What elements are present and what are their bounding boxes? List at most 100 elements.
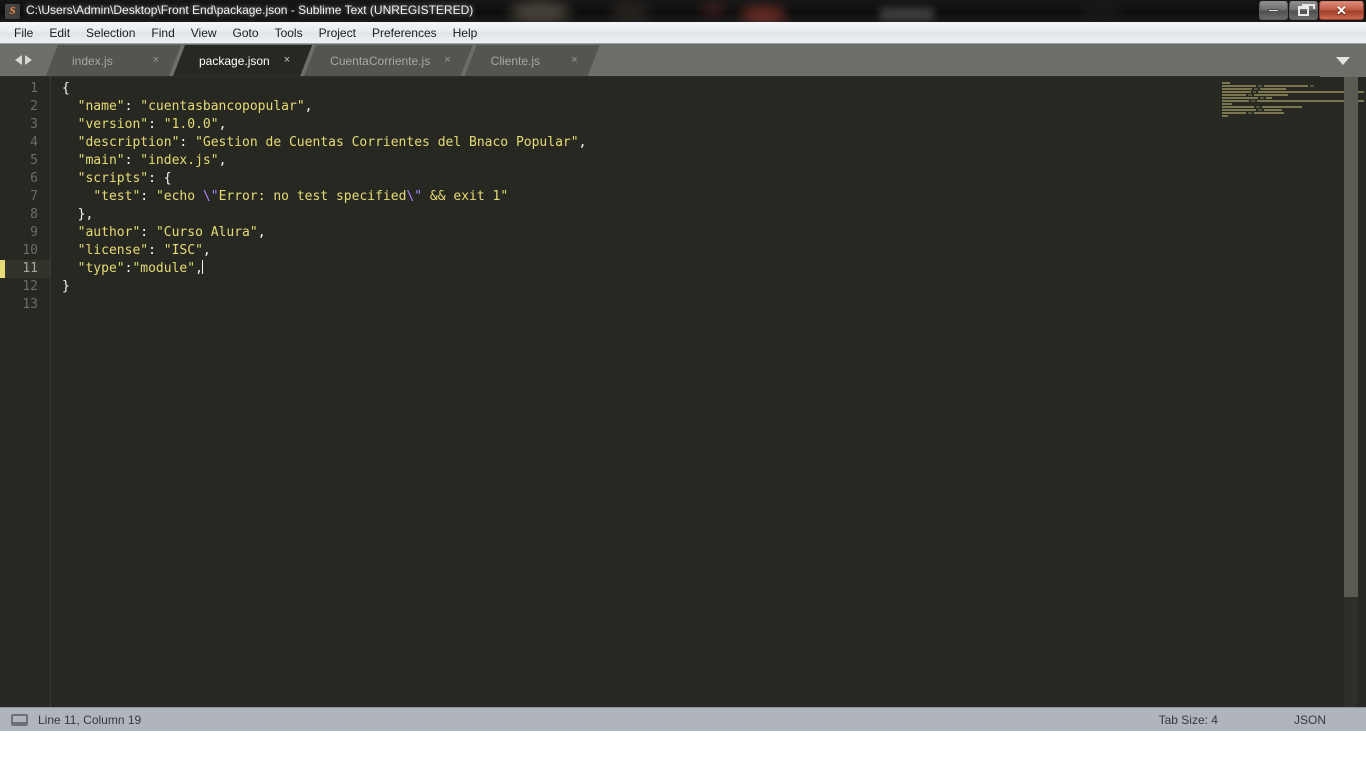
code-content[interactable]: { "name": "cuentasbancopopular", "versio…	[50, 77, 1210, 707]
minimap-segment	[1222, 96, 1258, 99]
code-line: "type":"module",	[62, 260, 1210, 278]
desktop-glass-reflection	[740, 6, 786, 22]
minimap-segment	[1254, 87, 1258, 90]
title-bar[interactable]: S C:\Users\Admin\Desktop\Front End\packa…	[0, 0, 1366, 22]
token-key: "name"	[77, 99, 125, 114]
close-button[interactable]: ✕	[1319, 1, 1364, 20]
minimap-segment	[1310, 84, 1314, 87]
desktop-glass-reflection	[880, 8, 934, 20]
minimap-segment	[1222, 108, 1256, 111]
code-line: "main": "index.js",	[62, 152, 1210, 170]
line-number: 12	[22, 279, 38, 294]
minimap-segment	[1256, 105, 1260, 108]
line-number-gutter: 1 2 3 4 5 6 7 8 9 10 11 12 13	[0, 77, 50, 707]
token-str: Error: no test specified	[218, 189, 407, 204]
minimap-line	[1210, 117, 1366, 120]
token-punc: ,	[218, 153, 227, 168]
token-key: "author"	[77, 225, 141, 240]
code-line: "test": "echo \"Error: no test specified…	[62, 188, 1210, 206]
token-key: "version"	[77, 117, 149, 132]
menu-item-project[interactable]: Project	[311, 25, 364, 41]
menu-item-preferences[interactable]: Preferences	[364, 25, 445, 41]
status-bar: Line 11, Column 19 Tab Size: 4 JSON	[0, 707, 1366, 731]
token-punc: },	[62, 207, 94, 222]
menu-item-selection[interactable]: Selection	[78, 25, 143, 41]
tab-label: Cliente.js	[490, 53, 541, 68]
arrow-right-icon[interactable]	[24, 54, 32, 65]
code-line: "license": "ISC",	[62, 242, 1210, 260]
tab-size-status[interactable]: Tab Size: 4	[1159, 713, 1218, 727]
editor-area: 1 2 3 4 5 6 7 8 9 10 11 12 13 { "name": "cuentasbanc…	[0, 77, 1366, 707]
minimap-segment	[1222, 99, 1249, 102]
menu-item-view[interactable]: View	[183, 25, 225, 41]
arrow-left-icon[interactable]	[14, 54, 22, 65]
token-punc	[62, 225, 78, 240]
token-punc: : {	[148, 171, 172, 186]
menu-item-find[interactable]: Find	[143, 25, 182, 41]
token-punc	[62, 153, 78, 168]
line-number: 4	[30, 135, 38, 150]
token-punc	[62, 171, 78, 186]
tab-index-js[interactable]: index.js ×	[46, 45, 181, 76]
code-line: "version": "1.0.0",	[62, 116, 1210, 134]
console-toggle-button[interactable]	[0, 713, 38, 726]
minimap-segment	[1258, 84, 1262, 87]
tab-package-json[interactable]: package.json ×	[173, 45, 312, 76]
close-icon[interactable]: ×	[270, 55, 312, 66]
minimize-button[interactable]	[1259, 1, 1288, 20]
tab-label: index.js	[72, 53, 113, 68]
desktop-glass-reflection	[1080, 4, 1124, 18]
close-icon[interactable]: ×	[139, 55, 181, 66]
token-punc	[62, 99, 78, 114]
token-str: "module"	[132, 261, 196, 276]
desktop-background	[0, 731, 1366, 768]
line-number: 8	[30, 207, 38, 222]
menu-item-goto[interactable]: Goto	[225, 25, 267, 41]
line-number: 2	[30, 99, 38, 114]
tab-overflow-button[interactable]	[1320, 44, 1366, 77]
token-str: "index.js"	[140, 153, 219, 168]
close-icon[interactable]: ×	[557, 55, 599, 66]
code-line: },	[62, 206, 1210, 224]
minimap-segment	[1222, 102, 1232, 105]
code-line: "description": "Gestion de Cuentas Corri…	[62, 134, 1210, 152]
token-key: "license"	[77, 243, 149, 258]
tab-bar: index.js × package.json × CuentaCorriente.js…	[0, 44, 1366, 77]
menu-item-tools[interactable]: Tools	[267, 25, 311, 41]
minimap-segment	[1222, 81, 1230, 84]
tab-cuentacorriente-js[interactable]: CuentaCorriente.js ×	[304, 45, 473, 76]
menu-item-file[interactable]: File	[6, 25, 41, 41]
minimize-icon	[1268, 9, 1279, 12]
menu-item-edit[interactable]: Edit	[41, 25, 78, 41]
minimap-segment	[1222, 84, 1256, 87]
token-str: "Curso Alura"	[155, 225, 258, 240]
minimap-segment	[1222, 90, 1252, 93]
minimap-segment	[1248, 111, 1252, 114]
token-punc: ,	[257, 225, 266, 240]
menu-bar: File Edit Selection Find View Goto Tools…	[0, 22, 1366, 44]
minimap-segment	[1250, 99, 1255, 102]
close-icon: ✕	[1336, 3, 1347, 18]
line-number: 1	[30, 81, 38, 96]
minimap-scrollbar-thumb[interactable]	[1344, 77, 1358, 597]
token-str: "ISC"	[163, 243, 203, 258]
line-number: 6	[30, 171, 38, 186]
token-punc: :	[179, 135, 196, 150]
text-caret	[201, 260, 203, 274]
menu-item-help[interactable]: Help	[445, 25, 486, 41]
close-icon[interactable]: ×	[430, 55, 472, 66]
minimap-segment	[1266, 96, 1272, 99]
token-punc: ,	[218, 117, 227, 132]
token-key: "scripts"	[77, 171, 149, 186]
syntax-mode-status[interactable]: JSON	[1294, 713, 1326, 727]
token-punc: :	[140, 225, 156, 240]
cursor-position-status: Line 11, Column 19	[38, 712, 142, 727]
line-number: 7	[30, 189, 38, 204]
minimap[interactable]	[1210, 77, 1366, 707]
restore-button[interactable]	[1289, 1, 1318, 20]
token-key: "test"	[93, 189, 141, 204]
line-number: 9	[30, 225, 38, 240]
tab-cliente-js[interactable]: Cliente.js ×	[465, 45, 600, 76]
code-line: "author": "Curso Alura",	[62, 224, 1210, 242]
